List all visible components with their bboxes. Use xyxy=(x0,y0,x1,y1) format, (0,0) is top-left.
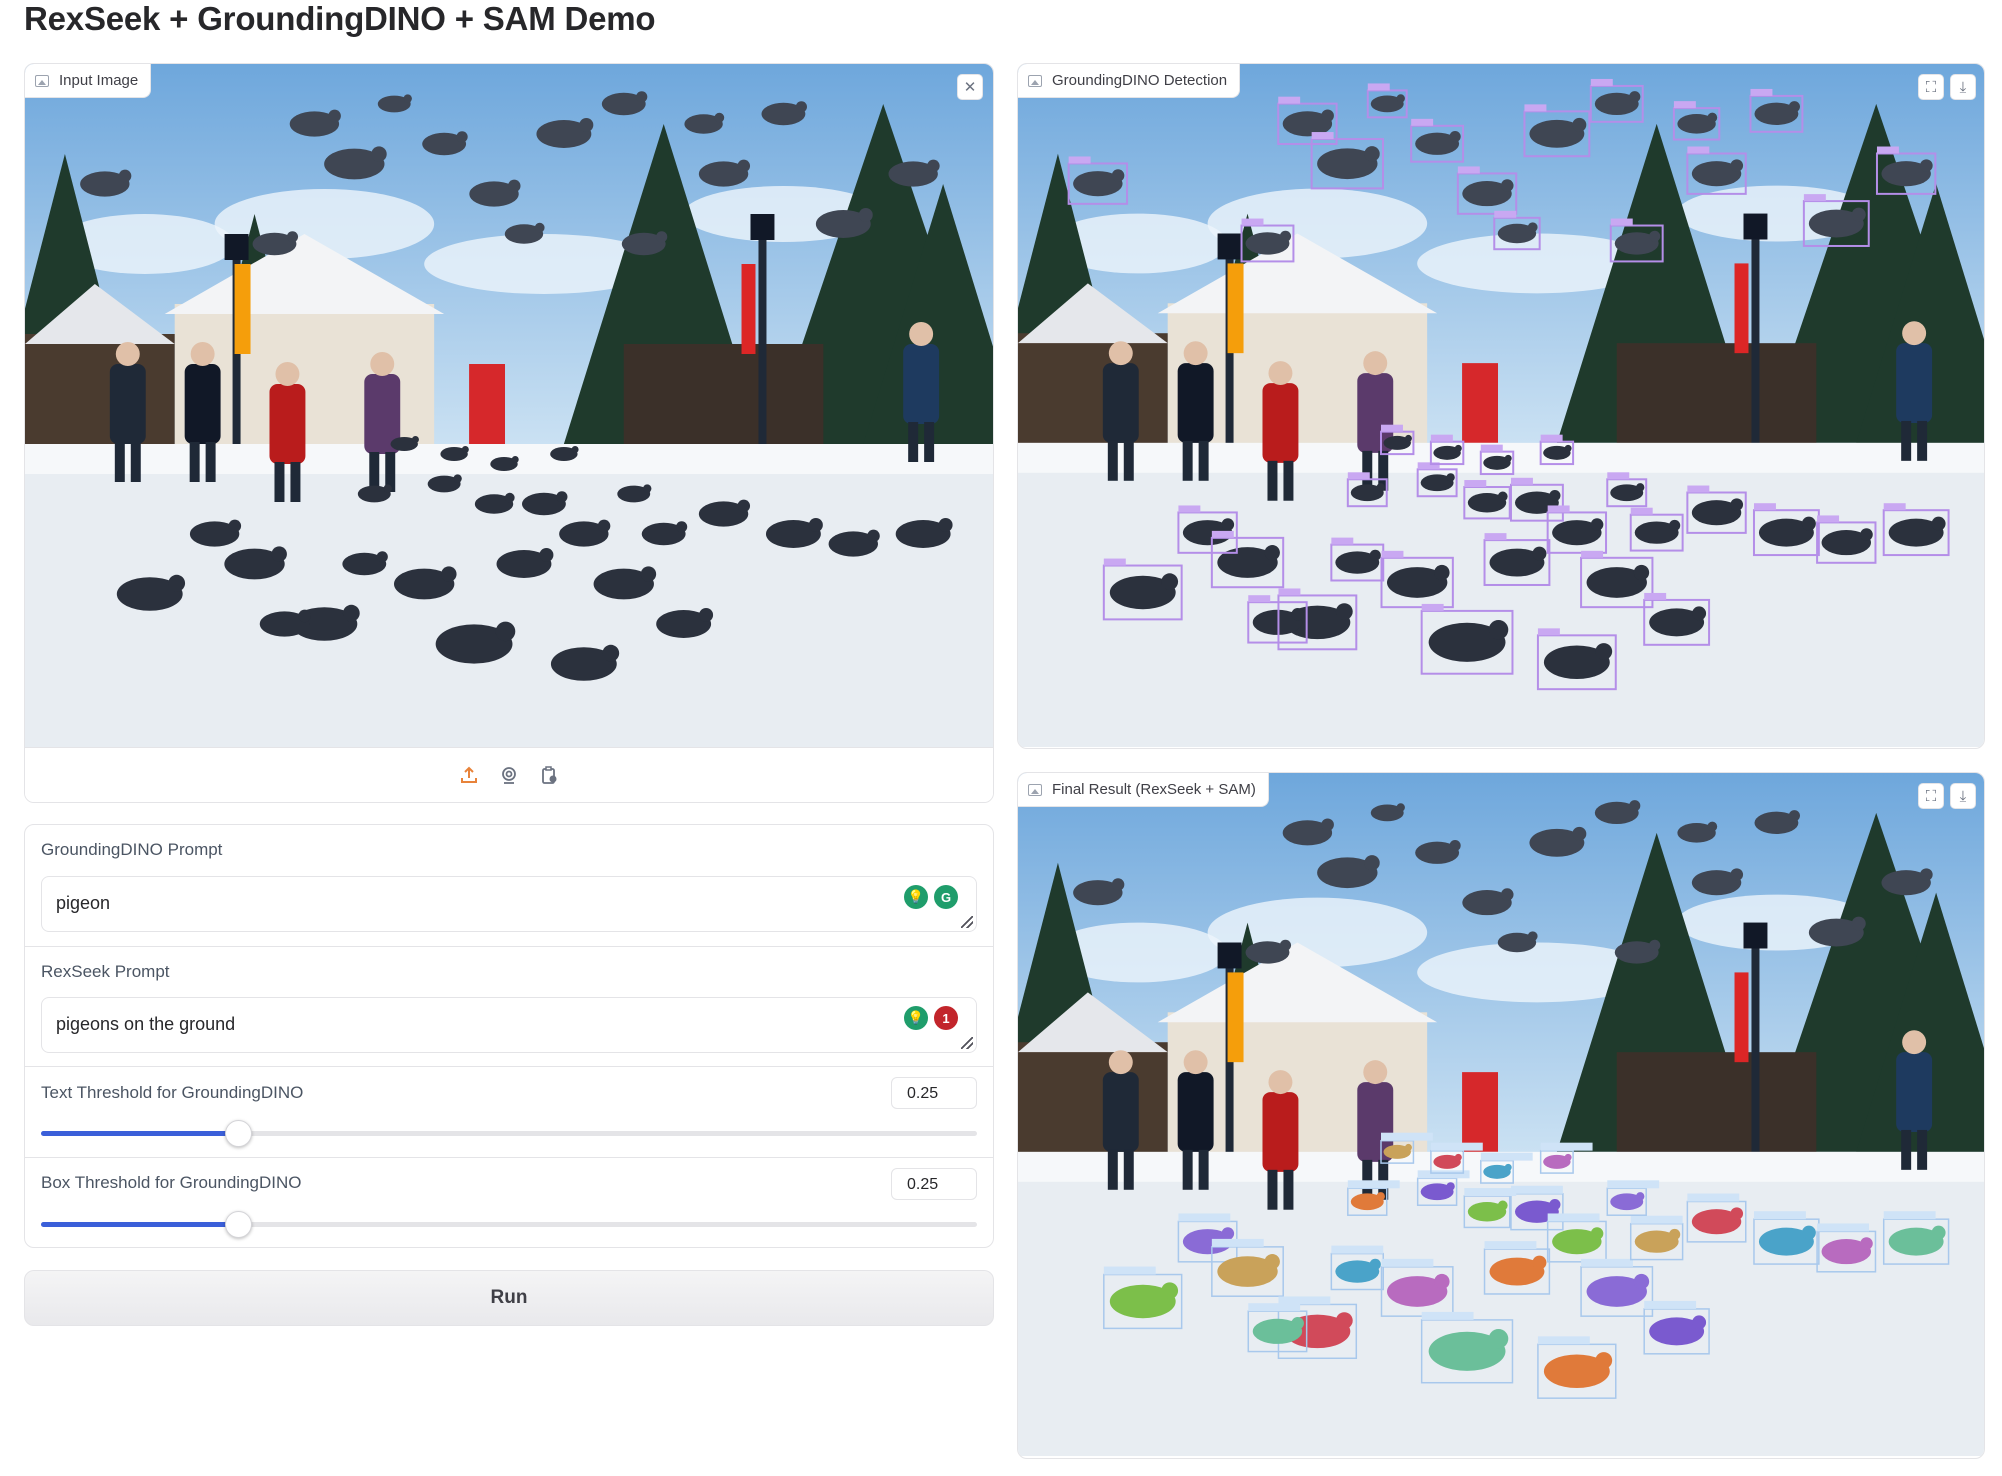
slider-thumb[interactable] xyxy=(225,1211,252,1238)
resize-handle-icon[interactable] xyxy=(961,1037,973,1049)
bulb-icon[interactable]: 💡 xyxy=(904,885,928,909)
rex-prompt-label: RexSeek Prompt xyxy=(41,962,170,981)
grammar-badges: 💡 1 xyxy=(904,1006,958,1030)
slider-fill xyxy=(41,1131,238,1136)
input-image xyxy=(25,64,993,749)
slider-fill xyxy=(41,1222,238,1227)
rex-prompt-field: RexSeek Prompt pigeons on the ground 💡 1 xyxy=(25,946,993,1066)
input-image-label-text: Input Image xyxy=(59,72,139,89)
result-label: Final Result (RexSeek + SAM) xyxy=(1018,773,1269,807)
rex-prompt-value: pigeons on the ground xyxy=(56,1014,236,1034)
download-icon[interactable]: ⤓ xyxy=(1950,74,1976,100)
detection-label: GroundingDINO Detection xyxy=(1018,64,1241,98)
box-threshold-slider[interactable] xyxy=(41,1211,977,1238)
upload-icon[interactable] xyxy=(458,764,480,786)
text-threshold-input[interactable]: 0.25 xyxy=(891,1077,977,1109)
box-threshold-field: Box Threshold for GroundingDINO 0.25 xyxy=(25,1157,993,1247)
grammarly-icon[interactable]: G xyxy=(934,885,958,909)
image-source-toolbar xyxy=(25,747,993,802)
result-label-text: Final Result (RexSeek + SAM) xyxy=(1052,781,1256,798)
webcam-icon[interactable] xyxy=(498,764,520,786)
result-image xyxy=(1018,773,1984,1457)
detection-image xyxy=(1018,64,1984,748)
bulb-icon[interactable]: 💡 xyxy=(904,1006,928,1030)
image-icon xyxy=(1028,74,1042,87)
text-threshold-label: Text Threshold for GroundingDINO xyxy=(41,1083,304,1102)
page-title: RexSeek + GroundingDINO + SAM Demo xyxy=(24,0,656,37)
resize-handle-icon[interactable] xyxy=(961,916,973,928)
detection-label-text: GroundingDINO Detection xyxy=(1052,72,1228,89)
slider-thumb[interactable] xyxy=(225,1120,252,1147)
download-icon[interactable]: ⤓ xyxy=(1950,783,1976,809)
grammar-error-badge[interactable]: 1 xyxy=(934,1006,958,1030)
input-image-label: Input Image xyxy=(25,64,152,98)
result-panel: Final Result (RexSeek + SAM) ⛶ ⤓ xyxy=(1017,772,1985,1459)
fullscreen-icon[interactable]: ⛶ xyxy=(1918,783,1944,809)
gd-prompt-input[interactable]: pigeon 💡 G xyxy=(41,876,977,932)
image-icon xyxy=(35,74,49,87)
image-icon xyxy=(1028,783,1042,796)
detection-panel: GroundingDINO Detection ⛶ ⤓ xyxy=(1017,63,1985,749)
gd-prompt-label: GroundingDINO Prompt xyxy=(41,840,223,859)
box-threshold-input[interactable]: 0.25 xyxy=(891,1168,977,1200)
text-threshold-slider[interactable] xyxy=(41,1120,977,1147)
settings-form: GroundingDINO Prompt pigeon 💡 G RexSeek … xyxy=(24,824,994,1248)
clipboard-icon[interactable] xyxy=(538,764,560,786)
box-threshold-label: Box Threshold for GroundingDINO xyxy=(41,1173,302,1192)
gd-prompt-value: pigeon xyxy=(56,893,111,913)
text-threshold-field: Text Threshold for GroundingDINO 0.25 xyxy=(25,1066,993,1157)
gd-prompt-field: GroundingDINO Prompt pigeon 💡 G xyxy=(25,825,993,946)
grammar-badges: 💡 G xyxy=(904,885,958,909)
fullscreen-icon[interactable]: ⛶ xyxy=(1918,74,1944,100)
input-image-panel[interactable]: Input Image ✕ xyxy=(24,63,994,803)
run-button[interactable]: Run xyxy=(24,1270,994,1326)
rex-prompt-input[interactable]: pigeons on the ground 💡 1 xyxy=(41,997,977,1053)
close-icon[interactable]: ✕ xyxy=(957,74,983,100)
